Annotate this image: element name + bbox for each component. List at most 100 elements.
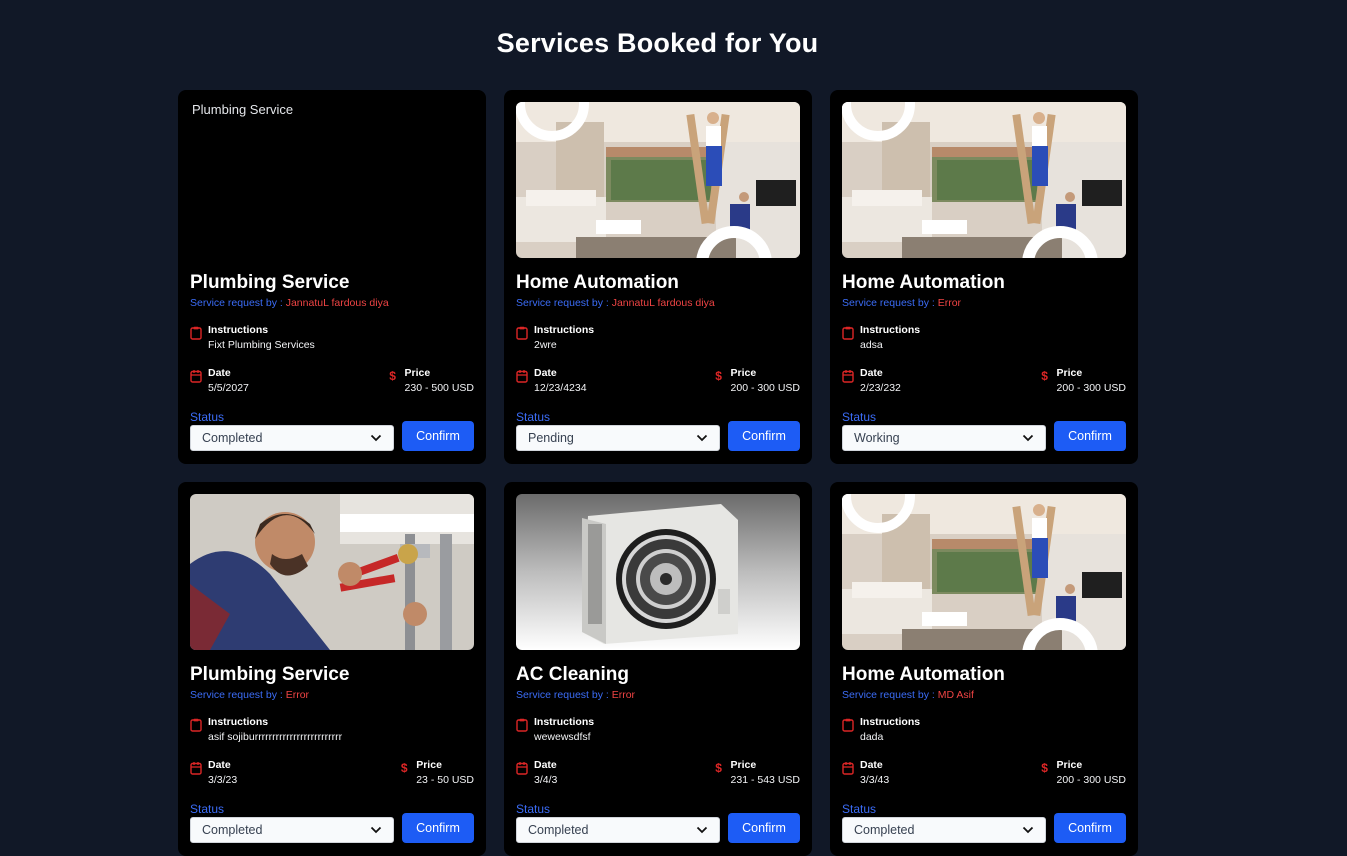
requester-name: JannatuL fardous diya [611,297,715,309]
instructions-section: Instructions adsa [842,324,1126,352]
service-title: Home Automation [842,272,1005,293]
date-value: 3/3/23 [208,774,238,786]
broken-image: Plumbing Service [190,102,474,117]
price-label: Price [730,759,757,771]
calendar-icon [516,370,528,383]
confirm-button[interactable]: Confirm [728,813,800,843]
dollar-icon: $ [389,369,396,383]
requester-name: JannatuL fardous diya [285,297,389,309]
service-requester: Service request by : MD Asif [842,689,1126,702]
status-row: Completed Confirm [190,421,474,451]
price-value: 23 - 50 USD [416,774,474,786]
confirm-button[interactable]: Confirm [1054,421,1126,451]
status-select[interactable]: Working [842,425,1046,451]
service-card: AC Cleaning Service request by : Error I… [504,482,812,856]
instructions-value: dada [860,731,884,743]
status-select[interactable]: Completed [190,425,394,451]
instructions-value: 2wre [534,339,557,351]
status-select[interactable]: Completed [190,817,394,843]
chevron-down-icon [1022,826,1034,834]
date-section: Date 12/23/4234 [516,367,587,395]
requester-label: Service request by : [516,297,612,309]
status-select[interactable]: Completed [516,817,720,843]
status-selected-value: Pending [528,431,574,445]
price-value: 200 - 300 USD [730,382,800,394]
dollar-icon: $ [715,761,722,775]
instructions-label: Instructions [860,716,921,728]
status-selected-value: Completed [854,823,915,837]
chevron-down-icon [370,434,382,442]
clipboard-icon [516,326,528,340]
instructions-label: Instructions [860,324,921,336]
instructions-section: Instructions asif sojiburrrrrrrrrrrrrrrr… [190,716,474,744]
requester-label: Service request by : [516,689,612,701]
price-section: $ Price 230 - 500 USD [387,367,474,395]
confirm-button[interactable]: Confirm [402,813,474,843]
calendar-icon [190,370,202,383]
dollar-icon: $ [1041,761,1048,775]
status-selected-value: Working [854,431,900,445]
date-value: 3/4/3 [534,774,558,786]
clipboard-icon [842,326,854,340]
date-label: Date [534,367,557,379]
price-label: Price [1056,367,1083,379]
instructions-label: Instructions [534,716,595,728]
clipboard-icon [190,718,202,732]
instructions-section: Instructions Fixt Plumbing Services [190,324,474,352]
date-section: Date 3/4/3 [516,759,557,787]
date-price-row: Date 3/3/43 $ Price 200 - 300 USD [842,759,1126,787]
clipboard-icon [842,718,854,732]
requester-name: Error [611,689,636,701]
instructions-value: asif sojiburrrrrrrrrrrrrrrrrrrrrrrrr [208,731,343,743]
instructions-label: Instructions [208,324,269,336]
instructions-section: Instructions dada [842,716,1126,744]
date-value: 2/23/232 [860,382,901,394]
date-price-row: Date 5/5/2027 $ Price 230 - 500 USD [190,367,474,395]
status-selected-value: Completed [202,823,263,837]
price-label: Price [730,367,757,379]
price-label: Price [1056,759,1083,771]
services-grid: Plumbing Service Plumbing Service Servic… [178,90,1138,856]
price-label: Price [404,367,431,379]
service-requester: Service request by : Error [516,689,800,702]
plumber-image [190,494,474,650]
price-value: 200 - 300 USD [1056,382,1126,394]
status-row: Completed Confirm [516,813,800,843]
requester-label: Service request by : [190,689,286,701]
page-title: Services Booked for You [496,28,819,58]
status-select[interactable]: Completed [842,817,1046,843]
date-section: Date 3/3/43 [842,759,889,787]
service-card: Plumbing Service Service request by : Er… [178,482,486,856]
date-label: Date [534,759,557,771]
clipboard-icon [190,326,202,340]
dollar-icon: $ [715,369,722,383]
date-price-row: Date 2/23/232 $ Price 200 - 300 USD [842,367,1126,395]
status-row: Completed Confirm [190,813,474,843]
service-requester: Service request by : Error [190,689,474,702]
confirm-button[interactable]: Confirm [1054,813,1126,843]
calendar-icon [842,762,854,775]
instructions-value: wewewsdfsf [534,731,591,743]
date-label: Date [208,367,231,379]
ac-unit-image [516,494,800,650]
price-value: 230 - 500 USD [404,382,474,394]
price-section: $ Price 200 - 300 USD [1039,759,1126,787]
date-label: Date [860,759,883,771]
status-select[interactable]: Pending [516,425,720,451]
price-section: $ Price 23 - 50 USD [398,759,474,787]
confirm-button[interactable]: Confirm [728,421,800,451]
instructions-label: Instructions [208,716,269,728]
date-price-row: Date 3/3/23 $ Price 23 - 50 USD [190,759,474,787]
date-section: Date 2/23/232 [842,367,901,395]
status-selected-value: Completed [528,823,589,837]
requester-name: Error [285,689,310,701]
confirm-button[interactable]: Confirm [402,421,474,451]
chevron-down-icon [1022,434,1034,442]
home-automation-image [842,102,1126,258]
price-section: $ Price 200 - 300 USD [713,367,800,395]
calendar-icon [516,762,528,775]
service-image-box [516,102,800,258]
service-title: Plumbing Service [190,664,350,685]
service-image-box [190,494,474,650]
home-automation-image [842,494,1126,650]
